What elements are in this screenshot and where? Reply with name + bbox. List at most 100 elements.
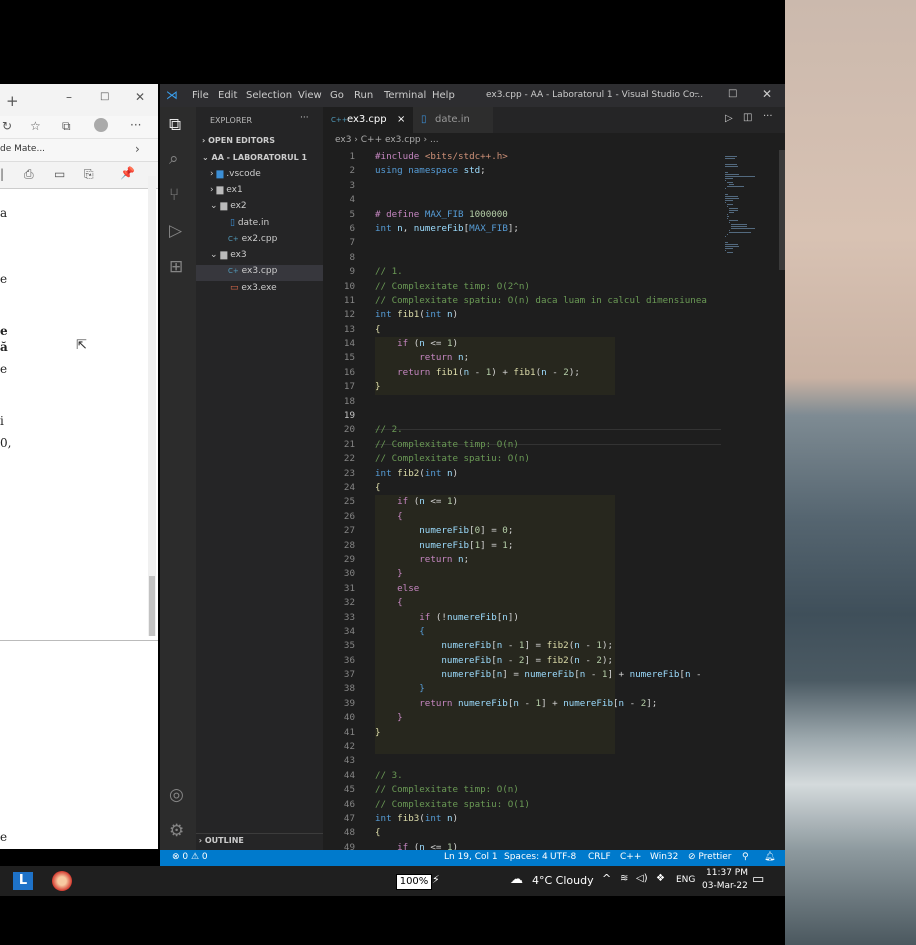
close-icon[interactable]: ✕ — [762, 87, 772, 101]
platform[interactable]: Win32 — [650, 852, 678, 862]
collections-icon[interactable]: ⧉ — [62, 119, 71, 134]
code-line[interactable] — [375, 754, 721, 768]
tab-date-in[interactable]: ▯ date.in — [413, 107, 493, 133]
menu-go[interactable]: Go — [330, 90, 344, 101]
code-line[interactable]: numereFib[n - 2] = fib2(n - 2); — [375, 654, 721, 668]
code-line[interactable]: if (n <= 1) — [375, 495, 721, 509]
code-line[interactable]: else — [375, 582, 721, 596]
tree-item-ex3-cpp-selected[interactable]: C+ ex3.cpp — [196, 265, 323, 281]
code-line[interactable]: return n; — [375, 553, 721, 567]
maximize-icon[interactable]: □ — [728, 88, 737, 99]
tree-item-ex3[interactable]: ⌄ ▆ ex3 — [210, 250, 247, 260]
code-line[interactable]: // Complexitate timp: O(n) — [375, 783, 721, 797]
taskbar-app-icon[interactable] — [52, 871, 72, 891]
minimize-icon[interactable]: – — [694, 88, 699, 99]
menu-view[interactable]: View — [298, 90, 322, 101]
code-line[interactable]: { — [375, 510, 721, 524]
open-editors-section[interactable]: › OPEN EDITORS — [202, 136, 275, 145]
code-line[interactable]: // Complexitate timp: O(2^n) — [375, 280, 721, 294]
more-actions-icon[interactable]: ··· — [763, 111, 773, 122]
code-line[interactable] — [375, 251, 721, 265]
dropbox-icon[interactable]: ❖ — [656, 873, 665, 884]
code-line[interactable]: if (n <= 1) — [375, 337, 721, 351]
code-line[interactable]: numereFib[1] = 1; — [375, 539, 721, 553]
save-as-icon[interactable]: ⎘ — [84, 167, 94, 182]
code-line[interactable]: int n, numereFib[MAX_FIB]; — [375, 222, 721, 236]
code-line[interactable]: // Complexitate spatiu: O(n) daca luam i… — [375, 294, 721, 308]
menu-terminal[interactable]: Terminal — [384, 90, 426, 101]
volume-icon[interactable]: ◁) — [636, 873, 648, 884]
code-line[interactable] — [375, 409, 721, 423]
language-mode[interactable]: C++ — [620, 852, 641, 862]
browser-tab[interactable]: de Mate... › — [0, 139, 158, 162]
settings-gear-icon[interactable]: ⚙ — [169, 821, 184, 841]
code-line[interactable]: numereFib[n - 1] = fib2(n - 1); — [375, 639, 721, 653]
problems-count[interactable]: ⊗ 0 ⚠ 0 — [172, 852, 208, 862]
end-of-line[interactable]: CRLF — [588, 852, 611, 862]
code-line[interactable]: // Complexitate spatiu: O(n) — [375, 452, 721, 466]
code-line[interactable]: return n; — [375, 351, 721, 365]
split-editor-icon[interactable]: ◫ — [743, 112, 752, 123]
code-line[interactable]: // 1. — [375, 265, 721, 279]
pdf-scrollbar-thumb[interactable] — [149, 576, 155, 636]
code-line[interactable] — [375, 193, 721, 207]
code-line[interactable]: // Complexitate spatiu: O(1) — [375, 798, 721, 812]
menu-selection[interactable]: Selection — [246, 90, 292, 101]
source-control-icon[interactable]: ⑂ — [169, 185, 179, 205]
search-icon[interactable]: ⌕ — [169, 149, 179, 169]
minimap[interactable] — [721, 150, 779, 850]
input-language[interactable]: ENG — [676, 875, 695, 885]
code-line[interactable]: numereFib[0] = 0; — [375, 524, 721, 538]
chevron-right-icon[interactable]: › — [135, 142, 140, 156]
code-line[interactable]: if (!numereFib[n]) — [375, 611, 721, 625]
favorites-icon[interactable]: ☆ — [30, 119, 41, 133]
code-line[interactable]: return fib1(n - 1) + fib1(n - 2); — [375, 366, 721, 380]
code-line[interactable]: #include <bits/stdc++.h> — [375, 150, 721, 164]
profile-avatar[interactable] — [94, 118, 108, 132]
tree-item-ex2[interactable]: ⌄ ▆ ex2 — [210, 201, 247, 211]
tree-item-ex1[interactable]: › ▆ ex1 — [210, 185, 243, 195]
code-line[interactable]: return numereFib[n - 1] + numereFib[n - … — [375, 697, 721, 711]
code-line[interactable]: } — [375, 380, 721, 394]
code-line[interactable]: # define MAX_FIB 1000000 — [375, 208, 721, 222]
battery-indicator[interactable]: 100% — [396, 874, 432, 890]
notification-center-icon[interactable]: ▭ — [752, 872, 764, 887]
code-line[interactable] — [375, 395, 721, 409]
editor-area[interactable]: C++ ex3.cpp × ▯ date.in ▷ ◫ ··· ex3 › C+… — [323, 107, 785, 853]
explorer-icon[interactable]: ⧉ — [169, 115, 181, 135]
tree-item-vscode[interactable]: › ▆ .vscode — [210, 169, 261, 179]
outline-section[interactable]: › OUTLINE — [196, 833, 323, 845]
more-icon[interactable]: ··· — [130, 118, 141, 132]
minimize-icon[interactable]: – — [66, 90, 72, 104]
encoding[interactable]: UTF-8 — [550, 852, 576, 862]
code-line[interactable]: { — [375, 323, 721, 337]
code-line[interactable]: // 2. — [375, 423, 721, 437]
code-line[interactable]: int fib1(int n) — [375, 308, 721, 322]
run-debug-icon[interactable]: ▷ — [169, 221, 182, 241]
code-line[interactable] — [375, 740, 721, 754]
menu-run[interactable]: Run — [354, 90, 373, 101]
account-icon[interactable]: ◎ — [169, 785, 184, 805]
editor-scrollbar[interactable] — [779, 150, 785, 270]
code-line[interactable]: } — [375, 726, 721, 740]
tree-item-date-in[interactable]: ▯ date.in — [230, 218, 269, 228]
more-actions-icon[interactable]: ··· — [300, 113, 309, 123]
feedback-icon[interactable]: ⚲ — [742, 852, 749, 862]
pdf-scrollbar-track[interactable] — [148, 176, 156, 636]
refresh-icon[interactable]: ↻ — [2, 119, 12, 133]
pin-icon[interactable]: 📌 — [120, 166, 135, 180]
tree-item-ex2-cpp[interactable]: C+ ex2.cpp — [228, 234, 277, 244]
code-line[interactable]: } — [375, 682, 721, 696]
code-line[interactable]: { — [375, 481, 721, 495]
code-line[interactable]: } — [375, 567, 721, 581]
code-line[interactable]: // 3. — [375, 769, 721, 783]
clock-date[interactable]: 03-Mar-22 — [702, 881, 748, 891]
code-line[interactable]: { — [375, 596, 721, 610]
extensions-icon[interactable]: ⊞ — [169, 257, 183, 277]
code-line[interactable] — [375, 179, 721, 193]
code-line[interactable]: { — [375, 826, 721, 840]
print-icon[interactable]: ⎙ — [24, 167, 34, 182]
code-text[interactable]: #include <bits/stdc++.h> using namespace … — [375, 150, 721, 855]
code-line[interactable]: { — [375, 625, 721, 639]
tab-ex3-cpp[interactable]: C++ ex3.cpp × — [323, 107, 413, 133]
